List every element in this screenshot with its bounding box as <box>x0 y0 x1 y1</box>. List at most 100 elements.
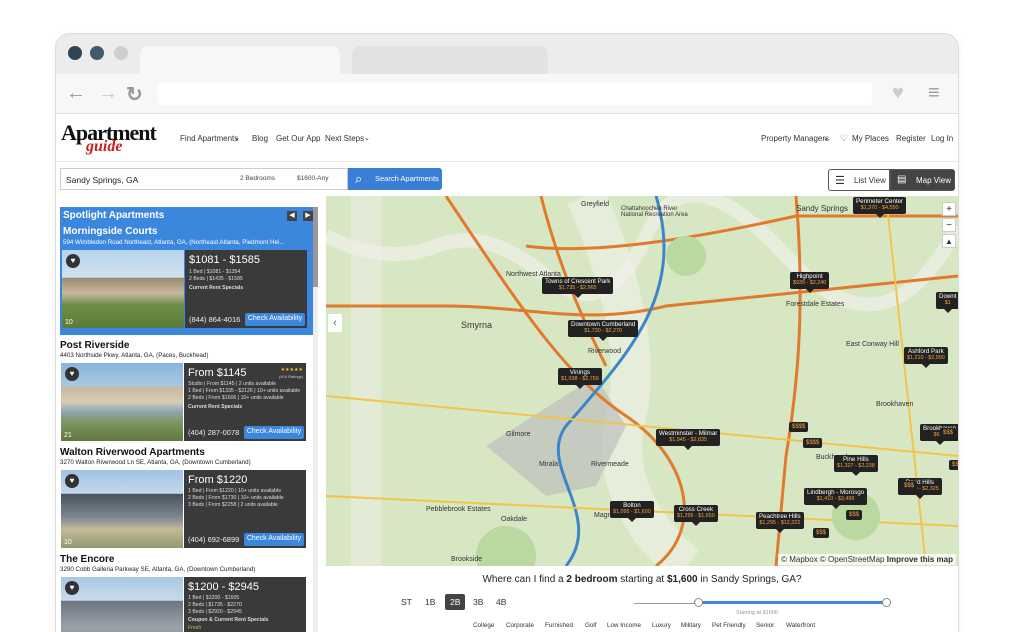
logo-subtitle[interactable]: guide <box>86 138 122 156</box>
zoom-out-icon[interactable]: − <box>942 218 956 232</box>
search-apartments-button[interactable]: ⌕ Search Apartments <box>348 168 442 190</box>
amenity-filter[interactable]: Furnished <box>545 622 573 629</box>
price-tier-tag[interactable]: $$$ <box>813 528 830 538</box>
compass-icon[interactable]: ▲ <box>942 234 956 248</box>
price-select[interactable]: $1600-Any <box>297 175 328 182</box>
listing-phone[interactable]: (404) 692-6899 <box>188 535 239 544</box>
forward-icon[interactable]: → <box>98 82 118 105</box>
map-pin[interactable]: Ashford Park $1,210 - $2,990 <box>904 347 948 368</box>
list-view-button[interactable]: ☰ List View <box>828 169 890 191</box>
listing-card[interactable]: The Encore 3290 Cobb Galleria Parkway SE… <box>60 554 317 632</box>
amenity-filter[interactable]: Military <box>681 622 701 629</box>
map-pin[interactable]: Westminster - Milmar $1,945 - $2,835 <box>656 429 721 450</box>
reload-icon[interactable]: ↻ <box>126 82 143 107</box>
maximize-window-icon[interactable] <box>114 46 128 60</box>
nav-property-managers[interactable]: Property Managers <box>761 134 829 143</box>
bed-filter-1b[interactable]: 1B <box>420 594 440 610</box>
price-tier-tag[interactable]: $$$$ <box>789 422 809 432</box>
map-pin[interactable]: Downtown Cumberland $1,730 - $2,270 <box>568 320 639 341</box>
map-pin[interactable]: Vinings $1,038 - $2,769 <box>558 368 602 389</box>
amenity-filter[interactable]: Golf <box>585 622 597 629</box>
nav-get-app[interactable]: Get Our App <box>276 134 320 143</box>
price-tier-tag[interactable]: $$$ <box>940 428 957 438</box>
price-slider-max-handle[interactable] <box>882 598 891 607</box>
listing-detail-2: 1 Bed | From $1335 - $2126 | 10+ units a… <box>188 388 301 394</box>
price-tier-tag[interactable]: $$$$ <box>803 438 823 448</box>
favorite-icon[interactable]: ♥ <box>65 581 79 595</box>
listing-name[interactable]: Walton Riverwood Apartments <box>60 447 317 458</box>
listing-card[interactable]: Walton Riverwood Apartments 3270 Walton … <box>60 447 317 548</box>
map-pin[interactable]: Towns of Crescent Park $1,735 - $2,965 <box>542 277 614 298</box>
spotlight-name[interactable]: Morningside Courts <box>63 226 157 237</box>
check-availability-button[interactable]: Check Availability <box>244 533 304 546</box>
map-icon: ▤ <box>897 174 907 185</box>
collapse-sidebar-icon[interactable]: ‹ <box>328 314 342 332</box>
map-pin[interactable]: Pine Hills $1,327 - $2,238 <box>834 455 878 476</box>
bed-filter-4b[interactable]: 4B <box>491 594 511 610</box>
address-bar[interactable] <box>158 83 872 105</box>
photo-count: 10 <box>64 539 72 546</box>
listing-name[interactable]: The Encore <box>60 554 317 565</box>
spotlight-phone[interactable]: (844) 864-4016 <box>189 315 240 324</box>
map-pin[interactable]: Cross Creek $1,295 - $1,650 <box>674 505 718 526</box>
check-availability-button[interactable]: Check Availability <box>244 426 304 439</box>
amenity-filter[interactable]: Waterfront <box>786 622 815 629</box>
map-pin[interactable]: Perimeter Center $1,370 - $4,550 <box>853 197 907 218</box>
amenity-filter[interactable]: Corporate <box>506 622 534 629</box>
spotlight-card[interactable]: Spotlight Apartments ◀ ▶ Morningside Cou… <box>60 207 317 335</box>
prev-arrow-icon[interactable]: ◀ <box>287 211 297 221</box>
nav-blog[interactable]: Blog <box>252 134 268 143</box>
price-tier-tag[interactable]: $$$ <box>949 460 958 470</box>
browser-tab-active[interactable] <box>140 46 340 74</box>
minimize-window-icon[interactable] <box>90 46 104 60</box>
spotlight-price: $1081 - $1585 <box>189 254 260 266</box>
amenity-filter[interactable]: Pet Friendly <box>712 622 746 629</box>
amenity-filter[interactable]: Senior <box>756 622 774 629</box>
map-view[interactable]: Sandy Springs Smyrna Northwest Atlanta F… <box>326 196 958 566</box>
nav-login[interactable]: Log In <box>931 134 953 143</box>
map-label: Smyrna <box>461 320 493 330</box>
favorite-icon[interactable]: ♥ <box>65 474 79 488</box>
listing-phone[interactable]: (404) 287-0078 <box>188 428 239 437</box>
amenity-filter[interactable]: Luxury <box>652 622 671 629</box>
improve-map-link[interactable]: Improve this map <box>887 555 953 564</box>
map-pin[interactable]: Downt $1 <box>936 292 958 313</box>
favorite-icon[interactable]: ♥ <box>66 254 80 268</box>
spotlight-photo[interactable]: ♥ 10 <box>62 250 184 328</box>
zoom-in-icon[interactable]: + <box>942 202 956 216</box>
price-tier-tag[interactable]: $$$ <box>901 481 918 491</box>
map-label: Gilmore <box>506 431 531 438</box>
next-arrow-icon[interactable]: ▶ <box>303 211 313 221</box>
close-window-icon[interactable] <box>68 46 82 60</box>
nav-next-steps[interactable]: Next Steps <box>325 134 364 143</box>
map-view-button[interactable]: ▤ Map View <box>890 169 955 191</box>
price-tier-tag[interactable]: $$$ <box>846 510 863 520</box>
check-availability-button[interactable]: Check Availability <box>245 313 305 326</box>
favorite-heart-icon[interactable]: ♥ <box>892 82 904 105</box>
map-pin[interactable]: Peachtree Hills $1,295 - $12,322 <box>756 512 804 533</box>
nav-find-apartments[interactable]: Find Apartments <box>180 134 238 143</box>
map-pin[interactable]: Highpoint $939 - $2,240 <box>790 272 830 293</box>
nav-my-places[interactable]: My Places <box>852 134 889 143</box>
listing-card[interactable]: Post Riverside 4403 Northside Pkwy, Atla… <box>60 340 317 441</box>
back-icon[interactable]: ← <box>66 82 86 105</box>
bed-filter-studio[interactable]: ST <box>396 594 417 610</box>
map-pin[interactable]: Bolton $1,095 - $1,600 <box>610 501 654 522</box>
listing-photo[interactable]: ♥ 21 <box>61 363 183 441</box>
map-pin[interactable]: Lindbergh - Morosgo $1,410 - $3,499 <box>804 488 868 509</box>
amenity-filter[interactable]: College <box>473 622 494 629</box>
listing-name[interactable]: Post Riverside <box>60 340 317 351</box>
menu-icon[interactable]: ≡ <box>928 82 940 105</box>
favorite-icon[interactable]: ♥ <box>65 367 79 381</box>
bed-filter-3b[interactable]: 3B <box>468 594 488 610</box>
bedrooms-select[interactable]: 2 Bedrooms <box>240 175 275 182</box>
price-slider-min-handle[interactable] <box>694 598 703 607</box>
browser-tab[interactable] <box>352 46 548 74</box>
listing-address: 4403 Northside Pkwy, Atlanta, GA, (Paces… <box>60 352 209 359</box>
attribution-text[interactable]: © Mapbox © OpenStreetMap <box>781 555 884 564</box>
nav-register[interactable]: Register <box>896 134 926 143</box>
bed-filter-2b[interactable]: 2B <box>445 594 466 610</box>
listing-photo[interactable]: ♥ <box>61 577 183 632</box>
amenity-filter[interactable]: Low Income <box>607 622 641 629</box>
listing-photo[interactable]: ♥ 10 <box>61 470 183 548</box>
